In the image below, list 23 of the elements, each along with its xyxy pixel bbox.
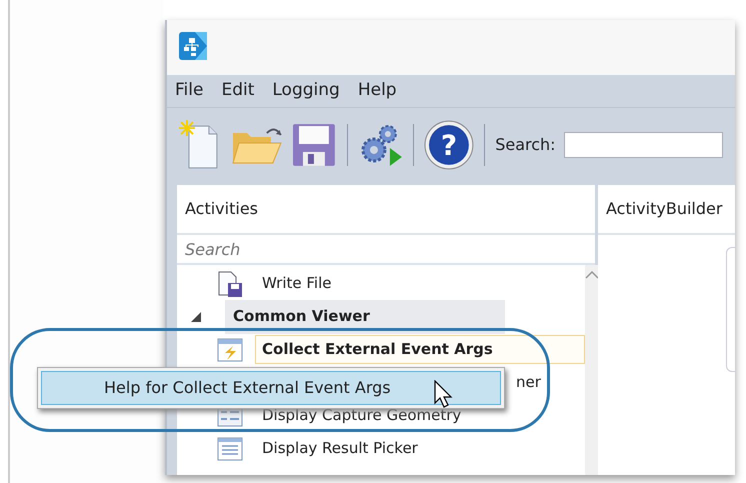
file-save-icon: [217, 270, 243, 296]
save-icon[interactable]: [290, 122, 337, 168]
menu-item[interactable]: Logging: [272, 78, 340, 104]
scroll-up-icon[interactable]: [585, 271, 599, 279]
menu-item[interactable]: Help for Collect External Event Args: [41, 371, 501, 405]
list-icon: [217, 436, 243, 460]
panel-title: ActivityBuilder: [598, 185, 735, 235]
event-window-icon: [217, 338, 243, 362]
app-logo-icon: [179, 32, 207, 60]
group-header[interactable]: Common Viewer: [225, 300, 505, 334]
menu-item[interactable]: File: [175, 78, 204, 104]
activity-item[interactable]: Display Result Picker: [255, 434, 425, 463]
scrollbar[interactable]: [585, 265, 599, 475]
activity-item[interactable]: Collect External Event Args: [255, 335, 585, 364]
mouse-cursor-icon: [434, 380, 454, 410]
help-icon[interactable]: ?: [424, 120, 474, 170]
expanded-arrow-icon[interactable]: [191, 312, 201, 322]
activity-item[interactable]: Write File: [255, 269, 338, 298]
search-field[interactable]: [564, 132, 724, 158]
menu-item[interactable]: Edit: [221, 78, 254, 104]
activity-item[interactable]: ner: [509, 368, 548, 397]
menu-item[interactable]: Help: [358, 78, 397, 104]
search-label: Search:: [495, 134, 556, 156]
